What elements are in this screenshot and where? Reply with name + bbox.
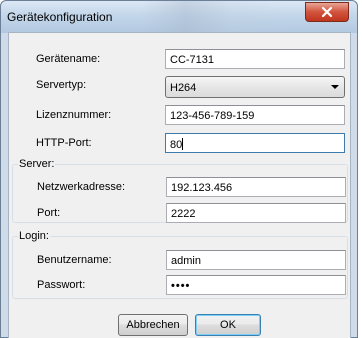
chevron-down-icon xyxy=(331,85,339,89)
ok-button[interactable]: OK xyxy=(195,314,261,336)
passwort-input[interactable]: •••• xyxy=(166,275,346,295)
close-icon xyxy=(321,6,333,18)
geraetename-input[interactable]: CC-7131 xyxy=(165,49,345,69)
text-caret xyxy=(182,138,184,150)
server-group-title: Server: xyxy=(18,158,56,170)
http-port-input[interactable]: 80 xyxy=(165,133,345,153)
login-group-title: Login: xyxy=(18,230,50,242)
title-bar[interactable]: Gerätekonfiguration xyxy=(1,1,357,33)
lizenznummer-input[interactable]: 123-456-789-159 xyxy=(165,105,345,125)
cancel-button[interactable]: Abbrechen xyxy=(118,314,188,336)
lizenznummer-row: Lizenznummer: 123-456-789-159 xyxy=(9,105,352,127)
dialog-content: Gerätename: CC-7131 Servertyp: H264 Lize… xyxy=(8,32,351,338)
dialog-window: Gerätekonfiguration Gerätename: CC-7131 … xyxy=(0,0,358,338)
lizenznummer-label: Lizenznummer: xyxy=(36,109,112,121)
netzwerkadresse-label: Netzwerkadresse: xyxy=(37,181,126,193)
geraetename-row: Gerätename: CC-7131 xyxy=(9,49,352,71)
benutzername-label: Benutzername: xyxy=(37,254,112,266)
http-port-label: HTTP-Port: xyxy=(36,137,92,149)
passwort-row: Passwort: •••• xyxy=(10,275,353,297)
passwort-label: Passwort: xyxy=(37,279,86,291)
http-port-value: 80 xyxy=(170,139,183,151)
servertyp-value: H264 xyxy=(170,82,197,94)
close-button[interactable] xyxy=(305,2,349,22)
servertyp-row: Servertyp: H264 xyxy=(9,76,352,98)
benutzername-row: Benutzername: admin xyxy=(10,250,353,272)
login-group: Login: Benutzername: admin Passwort: •••… xyxy=(12,230,348,299)
geraetename-label: Gerätename: xyxy=(36,53,101,65)
http-port-row: HTTP-Port: 80 xyxy=(9,133,352,155)
servertyp-select[interactable]: H264 xyxy=(165,76,345,98)
port-row: Port: 2222 xyxy=(10,203,353,225)
servertyp-label: Servertyp: xyxy=(36,79,87,91)
netzwerkadresse-row: Netzwerkadresse: 192.123.456 xyxy=(10,177,353,199)
port-input[interactable]: 2222 xyxy=(166,203,346,223)
benutzername-input[interactable]: admin xyxy=(166,250,346,270)
netzwerkadresse-input[interactable]: 192.123.456 xyxy=(166,177,346,197)
server-group: Server: Netzwerkadresse: 192.123.456 Por… xyxy=(12,158,348,223)
window-title: Gerätekonfiguration xyxy=(7,10,113,24)
port-label: Port: xyxy=(37,207,61,219)
